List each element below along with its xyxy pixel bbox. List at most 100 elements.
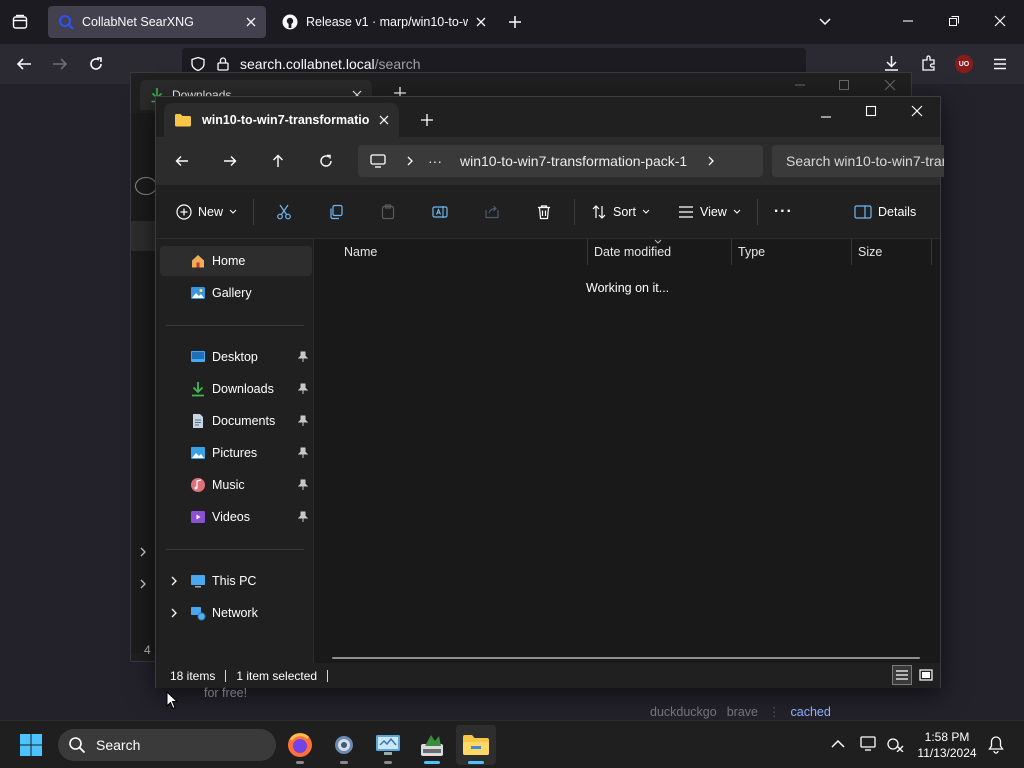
forward-icon[interactable] [212,145,248,177]
browser-tab-searxng[interactable]: CollabNet SearXNG [48,6,266,38]
expand-chevron-icon[interactable] [170,607,178,619]
column-header-type[interactable]: Type [732,239,852,265]
show-hidden-icons-chevron-icon[interactable] [831,739,845,749]
pin-icon[interactable] [298,447,308,459]
start-button[interactable] [16,730,46,760]
view-button[interactable]: View [670,195,749,229]
hamburger-menu-icon[interactable] [992,56,1008,72]
clock-date: 11/13/2024 [917,746,977,760]
restore-icon[interactable] [948,15,960,27]
sidebar-item-music[interactable]: Music [160,470,312,500]
thumbnail-view-toggle[interactable] [916,665,936,685]
browser-tab-bar: CollabNet SearXNG Release v1 · marp/win1… [0,0,1024,44]
taskbar-control-panel[interactable] [368,725,408,765]
mouse-cursor-icon [166,691,178,710]
tab-list-chevron-icon[interactable] [818,15,832,29]
minimize-icon[interactable] [902,15,914,27]
up-arrow-icon[interactable] [260,145,296,177]
back-icon[interactable] [164,145,200,177]
expand-chevron-icon[interactable] [170,575,178,587]
tiles-view-icon [919,669,933,681]
system-clock[interactable]: 1:58 PM 11/13/2024 [912,729,982,761]
taskbar-file-explorer[interactable] [456,725,496,765]
maximize-icon[interactable] [865,105,877,117]
breadcrumb-current-folder[interactable]: win10-to-win7-transformation-pack-1 [460,153,687,169]
details-button[interactable]: Details [846,195,924,229]
shield-icon[interactable] [190,56,206,72]
sidebar-item-videos[interactable]: Videos [160,502,312,532]
search-box[interactable]: Search win10-to-win7-transformation-pack… [772,145,944,177]
new-tab-icon[interactable] [507,14,523,30]
details-view-toggle[interactable] [892,665,912,685]
sidebar-item-label: Downloads [212,382,274,396]
cached-link[interactable]: cached [791,705,831,719]
close-tab-icon[interactable] [379,115,389,125]
pin-icon[interactable] [298,351,308,363]
forward-icon[interactable] [52,56,68,72]
delete-button[interactable] [522,195,566,229]
cut-button[interactable] [262,195,306,229]
rename-button[interactable] [418,195,462,229]
sidebar-item-home[interactable]: Home [160,246,312,276]
sidebar-item-gallery[interactable]: Gallery [160,278,312,308]
paste-button[interactable] [366,195,410,229]
close-tab-icon[interactable] [476,17,486,27]
sidebar-item-pictures[interactable]: Pictures [160,438,312,468]
breadcrumb-chevron-icon[interactable] [707,156,715,166]
address-bar[interactable]: ··· win10-to-win7-transformation-pack-1 [358,145,763,177]
column-header-date[interactable]: Date modified [588,239,732,265]
sidebar-item-downloads[interactable]: Downloads [160,374,312,404]
downloads-icon[interactable] [883,55,900,72]
more-options-button[interactable]: ··· [766,195,801,229]
minimize-icon[interactable] [820,111,832,123]
sidebar-item-this-pc[interactable]: This PC [160,566,312,596]
pin-icon[interactable] [298,415,308,427]
taskbar-settings[interactable] [324,725,364,765]
close-tab-icon[interactable] [246,17,256,27]
chevron-down-icon [733,209,741,214]
browser-tab-github[interactable]: Release v1 · marp/win10-to-win [272,6,496,38]
refresh-icon[interactable] [308,145,344,177]
taskbar-search-box[interactable]: Search [58,729,276,761]
close-window-icon[interactable] [994,15,1006,27]
sort-button[interactable]: Sort [583,195,658,229]
share-button[interactable] [470,195,514,229]
copy-button[interactable] [314,195,358,229]
sidebar-item-desktop[interactable]: Desktop [160,342,312,372]
network-status-icon[interactable] [886,736,904,752]
pin-icon[interactable] [298,479,308,491]
taskbar-firefox[interactable] [280,725,320,765]
ublock-icon[interactable]: UO [955,55,973,73]
new-tab-icon[interactable] [420,113,434,127]
pin-icon[interactable] [298,383,308,395]
file-list-area[interactable]: Name Date modified Type Size Working on … [314,239,940,663]
folder-icon [463,735,489,755]
column-header-size[interactable]: Size [852,239,932,265]
file-explorer-window[interactable]: win10-to-win7-transformation ··· win10-t… [155,96,944,688]
sidebar-item-network[interactable]: Network [160,598,312,628]
notification-bell-icon[interactable] [988,736,1004,754]
close-window-icon[interactable] [911,105,923,117]
column-header-name[interactable]: Name [314,239,588,265]
new-button[interactable]: New [168,195,245,229]
explorer-tab-active[interactable]: win10-to-win7-transformation [164,103,399,137]
bg-expand-chevron-icon-2[interactable] [139,579,147,589]
horizontal-scrollbar[interactable] [332,657,920,659]
tab-overview-icon[interactable] [12,14,28,30]
gear-icon [335,736,353,754]
display-icon[interactable] [860,736,878,752]
pin-icon[interactable] [298,511,308,523]
bg-expand-chevron-icon[interactable] [139,547,147,557]
lock-icon[interactable] [216,56,230,72]
sidebar-item-label: Pictures [212,446,258,460]
reload-icon[interactable] [88,56,104,72]
explorer-tab-strip: win10-to-win7-transformation [156,97,940,137]
copy-icon [330,204,343,219]
breadcrumb-chevron-icon[interactable] [406,156,414,166]
scissors-icon [277,204,291,219]
extensions-icon[interactable] [920,55,937,72]
sidebar-item-documents[interactable]: Documents [160,406,312,436]
breadcrumb-ellipsis[interactable]: ··· [428,153,442,169]
back-icon[interactable] [16,56,32,72]
taskbar-transformation-pack[interactable] [412,725,452,765]
